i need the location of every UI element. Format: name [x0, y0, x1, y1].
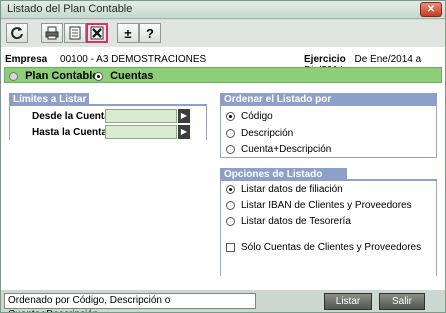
limites-header: Límites a Listar [9, 93, 89, 106]
main-content: Empresa 00100 - A3 DEMOSTRACIONES Ejerci… [1, 47, 445, 290]
opciones-border-right [436, 181, 437, 276]
listar-button[interactable]: Listar [324, 293, 372, 310]
filiacion-label: Listar datos de filiación [241, 184, 343, 195]
ordenar-border-bottom [220, 157, 437, 158]
plan-contable-radio[interactable] [9, 71, 18, 81]
limites-header-line [89, 104, 207, 106]
iban-label: Listar IBAN de Clientes y Proveedores [241, 200, 412, 211]
solo-clientes-checkbox[interactable] [226, 242, 235, 252]
filiacion-radio[interactable] [226, 184, 235, 194]
opciones-header: Opciones de Listado [220, 168, 347, 181]
limites-border-right [206, 106, 207, 140]
help-icon: ? [146, 25, 154, 41]
orden-descripcion-option[interactable]: Descripción [226, 128, 293, 139]
title-bar: Listado del Plan Contable ✕ [1, 1, 445, 19]
close-button[interactable]: ✕ [420, 2, 442, 17]
window-title: Listado del Plan Contable [7, 3, 133, 15]
tesoreria-option[interactable]: Listar datos de Tesorería [226, 216, 351, 227]
opciones-border-left [220, 181, 221, 276]
orden-codigo-label: Código [241, 111, 273, 122]
salir-button[interactable]: Salir [379, 293, 425, 310]
mode-bar: Plan Contable Cuentas [4, 67, 442, 83]
plus-minus-button[interactable]: ± [117, 23, 139, 43]
print-button[interactable] [41, 23, 63, 43]
empresa-row: Empresa 00100 - A3 DEMOSTRACIONES [5, 54, 206, 65]
cuentas-label: Cuentas [110, 70, 154, 82]
orden-codigo-radio[interactable] [226, 111, 235, 121]
orden-descripcion-radio[interactable] [226, 128, 235, 138]
solo-clientes-option[interactable]: Sólo Cuentas de Clientes y Proveedores [226, 242, 421, 253]
orden-cuenta-descripcion-radio[interactable] [226, 144, 235, 154]
limites-border-left [9, 106, 10, 140]
orden-descripcion-label: Descripción [241, 128, 294, 139]
filiacion-option[interactable]: Listar datos de filiación [226, 184, 343, 195]
hasta-label: Hasta la Cuenta [32, 127, 108, 138]
toolbar: ± ? [1, 20, 445, 47]
refresh-icon [11, 27, 23, 40]
tesoreria-label: Listar datos de Tesorería [241, 216, 351, 227]
hasta-input[interactable] [105, 125, 177, 139]
cuentas-option[interactable]: Cuentas [94, 70, 153, 82]
iban-radio[interactable] [226, 200, 235, 210]
excel-export-icon [90, 26, 104, 40]
help-button[interactable]: ? [139, 23, 161, 43]
desde-lookup-button[interactable]: ▶ [178, 109, 190, 123]
empresa-label: Empresa [5, 54, 48, 65]
plan-contable-option[interactable]: Plan Contable [9, 70, 98, 82]
ordenar-header: Ordenar el Listado por [220, 93, 437, 106]
status-bar: Ordenado por Código, Descripción o Cuent… [1, 290, 445, 312]
ordenar-border-right [436, 106, 437, 157]
desde-label: Desde la Cuenta [32, 111, 110, 122]
orden-cuenta-descripcion-option[interactable]: Cuenta+Descripción [226, 144, 331, 155]
dialog-window: Listado del Plan Contable ✕ ± ? Empresa … [0, 0, 446, 313]
preview-icon [69, 26, 81, 40]
solo-clientes-label: Sólo Cuentas de Clientes y Proveedores [241, 242, 422, 253]
desde-input[interactable] [105, 109, 177, 123]
plus-minus-icon: ± [124, 25, 132, 41]
tesoreria-radio[interactable] [226, 216, 235, 226]
empresa-value: 00100 - A3 DEMOSTRACIONES [60, 54, 207, 65]
preview-button[interactable] [64, 23, 86, 43]
print-icon [45, 26, 59, 40]
ordenar-border-left [220, 106, 221, 157]
status-text: Ordenado por Código, Descripción o Cuent… [4, 293, 256, 312]
orden-cuenta-descripcion-label: Cuenta+Descripción [241, 144, 332, 155]
cuentas-radio[interactable] [94, 71, 103, 81]
plan-contable-label: Plan Contable [25, 70, 99, 82]
iban-option[interactable]: Listar IBAN de Clientes y Proveedores [226, 200, 412, 211]
excel-export-button[interactable] [86, 23, 108, 43]
orden-codigo-option[interactable]: Código [226, 111, 273, 122]
opciones-header-line [347, 179, 437, 181]
refresh-button[interactable] [6, 23, 28, 43]
hasta-lookup-button[interactable]: ▶ [178, 125, 190, 139]
ejercicio-label: Ejercicio [304, 54, 346, 65]
